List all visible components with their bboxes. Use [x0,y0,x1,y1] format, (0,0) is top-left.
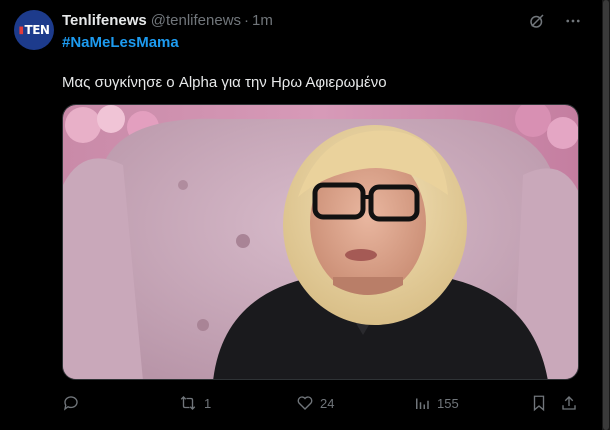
tweet-card[interactable]: ▮ TEN Tenlifenews @tenlifenews · 1m #NaM… [0,0,610,430]
tweet-timestamp[interactable]: 1m [252,11,273,31]
tenlife-logo-icon: ▮ TEN [18,21,50,39]
reply-button[interactable] [62,392,86,414]
retweet-icon [180,396,196,410]
heart-icon [297,396,313,410]
tweet-text: Μας συγκίνησε ο Alpha για την Ηρω Αφιερω… [62,74,387,91]
views-count: 155 [437,395,459,411]
share-icon [562,396,576,410]
hashtag-link[interactable]: #NaMeLesMama [62,34,179,51]
like-button[interactable]: 24 [296,392,334,414]
share-button[interactable] [560,392,578,414]
grok-icon[interactable] [526,10,548,32]
bookmark-button[interactable] [530,392,548,414]
author-avatar[interactable]: ▮ TEN [14,10,54,50]
reply-icon [63,396,78,411]
tweet-media-image[interactable] [62,104,579,380]
logo-mark: ▮ [18,24,25,36]
logo-text: TEN [24,23,50,37]
views-chart-icon [416,398,429,409]
views-button[interactable]: 155 [413,392,459,414]
scrollbar-track[interactable] [602,0,610,430]
bookmark-icon [533,395,545,412]
like-count: 24 [320,395,335,411]
author-handle[interactable]: @tenlifenews [151,11,241,31]
video-still-image [63,105,578,379]
retweet-button[interactable]: 1 [178,392,211,414]
more-icon[interactable] [562,10,584,32]
header-separator: · [244,12,250,29]
scrollbar-thumb[interactable] [603,0,609,430]
tweet-actions-bar: 1 24 155 [62,392,582,414]
tweet-top-actions [526,10,584,32]
author-display-name[interactable]: Tenlifenews [62,11,147,31]
tweet-header: Tenlifenews @tenlifenews · 1m [62,11,273,31]
retweet-count: 1 [204,395,212,411]
